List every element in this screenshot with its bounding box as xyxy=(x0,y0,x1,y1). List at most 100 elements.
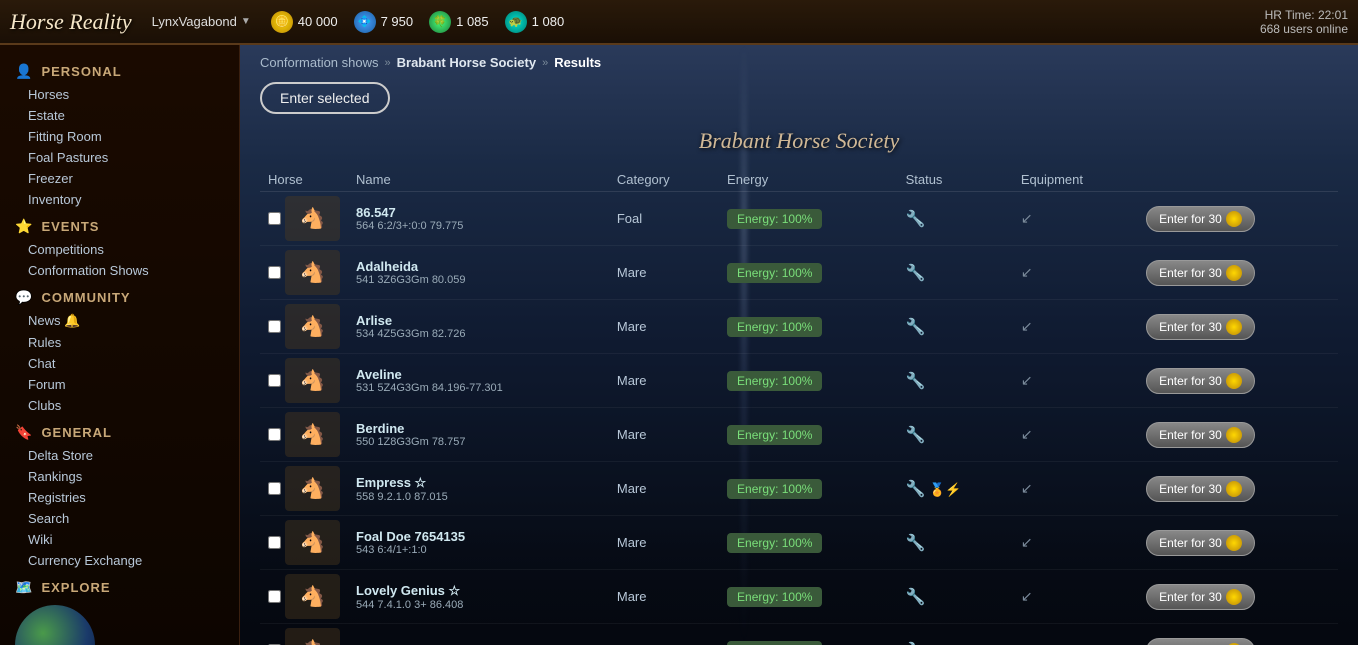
category-label: Mare xyxy=(617,319,647,334)
users-online: 668 users online xyxy=(1260,22,1348,36)
username-label[interactable]: LynxVagabond xyxy=(152,14,237,29)
horse-name[interactable]: Foal Doe 7654135 xyxy=(356,529,601,544)
row-status-cell: 🔧 xyxy=(898,192,1013,246)
explore-globe xyxy=(15,605,95,645)
row-checkbox[interactable] xyxy=(268,320,281,333)
row-checkbox[interactable] xyxy=(268,428,281,441)
enter-selected-button[interactable]: Enter selected xyxy=(260,82,390,114)
sidebar-item-registries[interactable]: Registries xyxy=(0,487,239,508)
sidebar-item-news[interactable]: News 🔔 xyxy=(0,310,239,332)
row-checkbox[interactable] xyxy=(268,374,281,387)
row-status-cell: 🔧 xyxy=(898,354,1013,408)
sidebar-item-freezer[interactable]: Freezer xyxy=(0,168,239,189)
community-section-icon: 💬 xyxy=(15,289,33,306)
enter-for-button[interactable]: Enter for 30 xyxy=(1146,422,1255,448)
sidebar-item-rules[interactable]: Rules xyxy=(0,332,239,353)
enter-for-button[interactable]: Enter for 30 xyxy=(1146,206,1255,232)
sidebar-item-inventory[interactable]: Inventory xyxy=(0,189,239,210)
tp-amount: 1 080 xyxy=(532,14,565,29)
breadcrumb-separator-2: » xyxy=(542,57,548,69)
horse-name[interactable]: Empress ☆ xyxy=(356,475,601,491)
row-category-cell: Mare xyxy=(609,516,719,570)
sidebar-item-fitting-room[interactable]: Fitting Room xyxy=(0,126,239,147)
content-area: Conformation shows » Brabant Horse Socie… xyxy=(240,45,1358,645)
breadcrumb-results: Results xyxy=(554,55,601,70)
results-table: Horse Name Category Energy Status Equipm… xyxy=(260,168,1338,645)
row-checkbox-cell: 🐴 xyxy=(260,354,348,408)
sidebar-item-search[interactable]: Search xyxy=(0,508,239,529)
energy-badge: Energy: 100% xyxy=(727,425,822,445)
sidebar-item-forum[interactable]: Forum xyxy=(0,374,239,395)
sidebar-item-wiki[interactable]: Wiki xyxy=(0,529,239,550)
equipment-icon: 🔧 xyxy=(906,535,926,552)
enter-for-button[interactable]: Enter for 30 xyxy=(1146,530,1255,556)
sidebar-item-conformation-shows[interactable]: Conformation Shows xyxy=(0,260,239,281)
sidebar-item-estate[interactable]: Estate xyxy=(0,105,239,126)
user-area[interactable]: LynxVagabond ▼ xyxy=(152,14,251,29)
sidebar-item-horses[interactable]: Horses xyxy=(0,84,239,105)
row-category-cell: Mare xyxy=(609,300,719,354)
sidebar-item-clubs[interactable]: Clubs xyxy=(0,395,239,416)
row-checkbox[interactable] xyxy=(268,266,281,279)
row-name-cell: Arlise 534 4Z5G3Gm 82.726 xyxy=(348,300,609,354)
row-checkbox[interactable] xyxy=(268,212,281,225)
breadcrumb-conformation-shows[interactable]: Conformation shows xyxy=(260,55,379,70)
breadcrumb-brabant-horse-society[interactable]: Brabant Horse Society xyxy=(397,55,536,70)
horse-stats: 534 4Z5G3Gm 82.726 xyxy=(356,328,601,340)
table-row: 🐴 Arlise 534 4Z5G3Gm 82.726 MareEnergy: … xyxy=(260,300,1338,354)
row-checkbox-cell: 🐴 xyxy=(260,408,348,462)
category-label: Mare xyxy=(617,481,647,496)
category-label: Mare xyxy=(617,373,647,388)
sidebar-item-currency-exchange[interactable]: Currency Exchange xyxy=(0,550,239,571)
sidebar-item-competitions[interactable]: Competitions xyxy=(0,239,239,260)
horse-name[interactable]: Lovely Genius ☆ xyxy=(356,583,601,599)
enter-for-button[interactable]: Enter for 30 xyxy=(1146,584,1255,610)
table-row: 🐴 Maybe FoalEnergy: 100%🔧↙ Enter for 30 xyxy=(260,624,1338,645)
horse-thumbnail: 🐴 xyxy=(285,250,340,295)
horse-name[interactable]: Berdine xyxy=(356,421,601,436)
row-checkbox[interactable] xyxy=(268,482,281,495)
sidebar-item-delta-store[interactable]: Delta Store xyxy=(0,445,239,466)
row-checkbox-cell: 🐴 xyxy=(260,570,348,624)
currency-tp: 🐢 1 080 xyxy=(505,11,565,33)
row-checkbox-cell: 🐴 xyxy=(260,246,348,300)
table-row: 🐴 Adalheida 541 3Z6G3Gm 80.059 MareEnerg… xyxy=(260,246,1338,300)
row-checkbox-cell: 🐴 xyxy=(260,624,348,645)
row-energy-cell: Energy: 100% xyxy=(719,354,898,408)
sidebar-item-foal-pastures[interactable]: Foal Pastures xyxy=(0,147,239,168)
row-status-cell: 🔧 xyxy=(898,516,1013,570)
row-checkbox-cell: 🐴 xyxy=(260,192,348,246)
horse-name[interactable]: 86.547 xyxy=(356,205,601,220)
row-status-cell: 🔧 xyxy=(898,408,1013,462)
enter-for-button[interactable]: Enter for 30 xyxy=(1146,368,1255,394)
enter-for-button[interactable]: Enter for 30 xyxy=(1146,638,1255,645)
equipment-icon: 🔧 xyxy=(906,427,926,444)
row-name-cell: Berdine 550 1Z8G3Gm 78.757 xyxy=(348,408,609,462)
row-status-cell: 🔧 🏅⚡ xyxy=(898,462,1013,516)
row-equipment-cell: ↙ xyxy=(1013,408,1138,462)
user-dropdown-arrow[interactable]: ▼ xyxy=(241,16,251,27)
row-enter-cell: Enter for 30 xyxy=(1138,246,1338,300)
row-equipment-cell: ↙ xyxy=(1013,462,1138,516)
sidebar-item-chat[interactable]: Chat xyxy=(0,353,239,374)
horse-thumbnail: 🐴 xyxy=(285,304,340,349)
horse-name[interactable]: Aveline xyxy=(356,367,601,382)
row-equipment-cell: ↙ xyxy=(1013,516,1138,570)
sidebar-item-rankings[interactable]: Rankings xyxy=(0,466,239,487)
horse-thumbnail: 🐴 xyxy=(285,466,340,511)
horse-name[interactable]: Adalheida xyxy=(356,259,601,274)
equipment-icon: 🔧 xyxy=(906,265,926,282)
table-row: 🐴 Foal Doe 7654135 543 6:4/1+:1:0 MareEn… xyxy=(260,516,1338,570)
enter-for-button[interactable]: Enter for 30 xyxy=(1146,260,1255,286)
row-checkbox[interactable] xyxy=(268,536,281,549)
enter-for-button[interactable]: Enter for 30 xyxy=(1146,476,1255,502)
horse-name[interactable]: Arlise xyxy=(356,313,601,328)
equipment-icon: 🔧 xyxy=(906,211,926,228)
row-checkbox[interactable] xyxy=(268,590,281,603)
row-category-cell: Mare xyxy=(609,354,719,408)
horse-stats: 550 1Z8G3Gm 78.757 xyxy=(356,436,601,448)
enter-for-button[interactable]: Enter for 30 xyxy=(1146,314,1255,340)
top-navigation: Horse Reality LynxVagabond ▼ 🪙 40 000 💠 … xyxy=(0,0,1358,45)
horse-stats: 558 9.2.1.0 87.015 xyxy=(356,491,601,503)
category-label: Mare xyxy=(617,427,647,442)
